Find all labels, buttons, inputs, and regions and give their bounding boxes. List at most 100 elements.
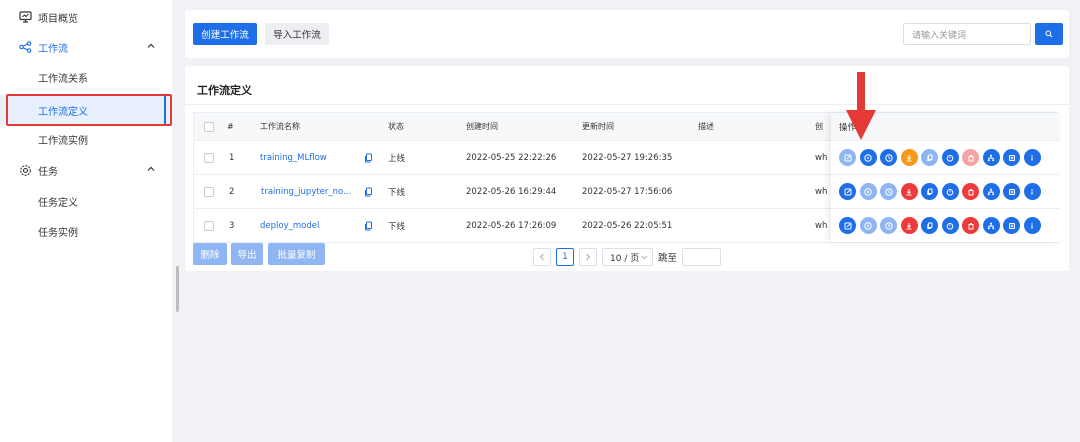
sidebar-item-task-definition[interactable]: 任务定义 [0,186,172,216]
info-icon [1031,188,1033,194]
column-header: 描述 [698,122,714,131]
workflow-table: # 工作流名称 状态 创建时间 更新时间 描述 创 1 training_MLf… [193,112,1060,243]
cron-icon [946,222,954,230]
version-button[interactable] [1003,149,1020,166]
page-title: 工作流定义 [197,84,252,97]
create-workflow-button[interactable]: 创建工作流 [193,23,257,45]
workflow-name-link[interactable]: training_MLflow [260,141,327,174]
column-header: 工作流名称 [260,122,300,131]
run-button[interactable] [859,217,877,234]
timing-button[interactable] [880,217,897,234]
nav-label: 工作流实例 [38,135,88,147]
nav-label: 工作流 [38,43,68,55]
tree-icon [987,154,995,161]
select-all-checkbox[interactable] [204,121,214,132]
workflow-name-link[interactable]: deploy_model [260,209,319,243]
chevron-down-icon [641,255,648,259]
tree-icon [987,222,995,229]
cron-button[interactable] [941,183,959,200]
info-icon [1031,154,1033,160]
creator: wh [815,152,828,163]
page-size-select[interactable]: 10 / 页 [602,248,653,266]
info-button[interactable] [1023,183,1041,200]
jump-page-input[interactable] [682,248,721,266]
search-button[interactable] [1035,23,1063,45]
sidebar-item-workflow-relation[interactable]: 工作流关系 [0,62,172,92]
nav-workflow[interactable]: 工作流 [0,32,172,62]
sidebar-item-task-instance[interactable]: 任务实例 [0,216,172,246]
sidebar-item-workflow-instance[interactable]: 工作流实例 [0,124,172,154]
copy-button[interactable] [921,183,938,200]
info-button[interactable] [1023,217,1041,234]
import-workflow-button[interactable]: 导入工作流 [265,23,329,45]
timing-button[interactable] [880,183,897,200]
row-checkbox[interactable] [204,186,214,197]
copy-button[interactable] [921,149,938,166]
chevron-left-icon [539,253,544,261]
created-time: 2022-05-25 22:22:26 [466,152,557,163]
offline-button[interactable] [900,149,918,166]
next-page-button[interactable] [579,248,597,266]
export-button[interactable]: 导出 [231,243,263,265]
updated-time: 2022-05-27 17:56:06 [582,186,673,197]
updated-time: 2022-05-27 19:26:35 [582,152,673,163]
copy-icon[interactable] [364,187,374,197]
timing-button[interactable] [880,149,897,166]
version-button[interactable] [1003,217,1020,234]
timing-icon [884,221,893,230]
offline-button[interactable] [900,217,918,234]
column-header: 创建时间 [466,122,498,131]
edit-button[interactable] [839,183,856,200]
timing-icon [884,187,893,196]
nav-task[interactable]: 任务 [0,155,172,185]
offline-button[interactable] [900,183,918,200]
delete-icon [968,188,973,195]
cron-button[interactable] [941,149,959,166]
delete-button[interactable]: 删除 [193,243,227,265]
delete-button[interactable] [962,149,979,166]
edit-icon [844,154,851,161]
row-index: 3 [229,221,235,231]
chevron-up-icon[interactable] [146,164,156,174]
workflow-name-link[interactable]: training_jupyter_no... [261,175,351,208]
cron-icon [946,188,954,196]
status-text: 下线 [388,187,406,198]
batch-copy-button[interactable]: 批量复制 [268,243,325,265]
edit-button[interactable] [839,217,856,234]
row-checkbox[interactable] [204,152,214,163]
cron-button[interactable] [941,217,959,234]
toolbar-card: 创建工作流 导入工作流 请输入关键词 [185,10,1069,58]
search-input[interactable]: 请输入关键词 [903,23,1031,45]
delete-icon [968,154,973,161]
run-button[interactable] [859,183,877,200]
copy-icon [926,154,932,161]
edit-button[interactable] [839,149,856,166]
page-1-button[interactable]: 1 [556,248,574,266]
tree-button[interactable] [982,183,1000,200]
version-icon [1008,154,1015,161]
op-row [831,175,1060,209]
chevron-up-icon[interactable] [146,41,156,51]
offline-icon [906,188,912,195]
info-button[interactable] [1023,149,1041,166]
nav-label: 工作流关系 [38,73,88,85]
prev-page-button[interactable] [533,248,551,266]
op-row [831,141,1060,175]
delete-button[interactable] [962,217,979,234]
copy-button[interactable] [921,217,938,234]
annotation-highlight-box [6,94,172,126]
offline-icon [906,154,912,161]
nav-project-overview[interactable]: 项目概览 [0,2,172,32]
copy-icon [926,188,932,195]
copy-icon[interactable] [364,221,374,231]
row-checkbox[interactable] [204,221,214,231]
delete-button[interactable] [962,183,979,200]
tree-button[interactable] [982,217,1000,234]
tree-button[interactable] [982,149,1000,166]
run-icon [864,221,872,230]
run-button[interactable] [859,149,877,166]
scrollbar-thumb[interactable] [176,266,179,312]
copy-icon[interactable] [364,153,374,163]
version-button[interactable] [1003,183,1020,200]
delete-icon [968,222,973,229]
